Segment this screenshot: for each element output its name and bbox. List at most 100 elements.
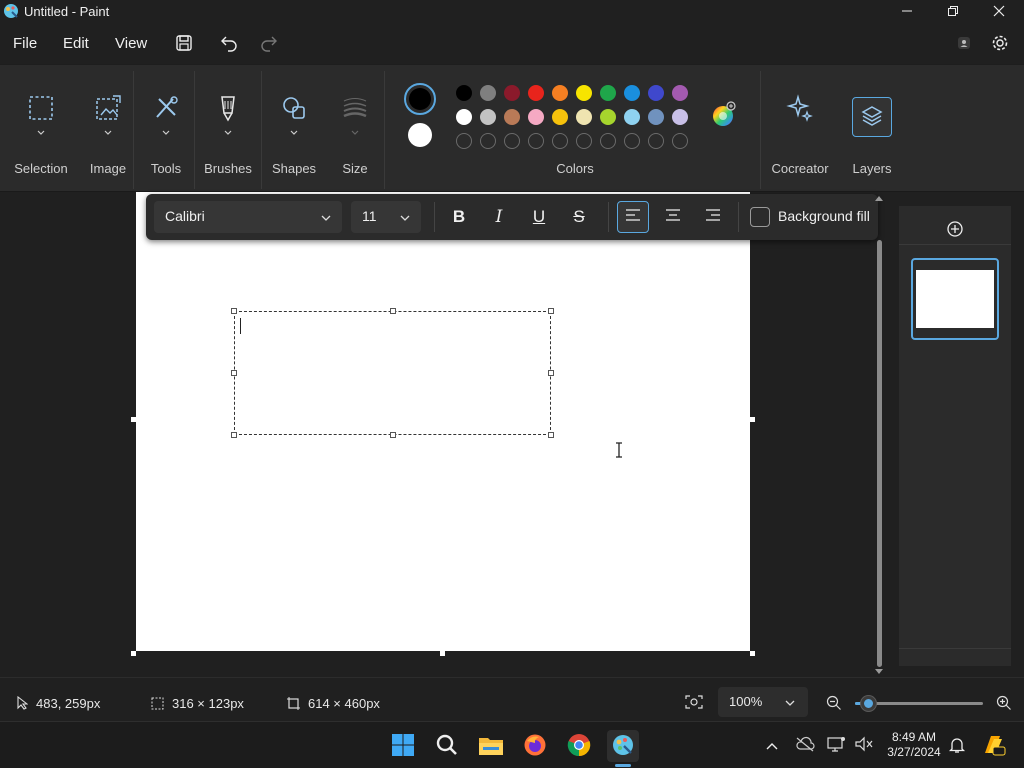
text-box[interactable] — [234, 311, 551, 435]
strikethrough-button[interactable]: S — [563, 202, 595, 232]
taskbar-chrome[interactable] — [563, 730, 595, 762]
zoom-select[interactable]: 100% — [718, 687, 808, 717]
start-button[interactable] — [387, 730, 419, 762]
custom-color-slot[interactable] — [576, 133, 592, 149]
copilot-icon[interactable] — [980, 733, 1006, 760]
zoom-slider[interactable] — [855, 696, 983, 711]
color-swatch[interactable] — [504, 85, 520, 101]
custom-color-slot[interactable] — [504, 133, 520, 149]
taskbar-paint[interactable] — [607, 730, 639, 762]
zoom-slider-thumb[interactable] — [860, 696, 876, 711]
taskbar-search-button[interactable] — [431, 730, 463, 762]
fit-to-window-button[interactable] — [685, 694, 703, 713]
restore-button[interactable] — [930, 0, 976, 24]
canvas-resize-handle[interactable] — [750, 651, 755, 656]
onedrive-icon[interactable] — [795, 736, 815, 755]
custom-color-slot[interactable] — [552, 133, 568, 149]
primary-color[interactable] — [404, 83, 436, 115]
color-swatch[interactable] — [600, 85, 616, 101]
color-swatch[interactable] — [528, 85, 544, 101]
color-swatch[interactable] — [600, 109, 616, 125]
color-swatch[interactable] — [672, 109, 688, 125]
canvas-resize-handle[interactable] — [750, 417, 755, 422]
color-swatch[interactable] — [456, 109, 472, 125]
chrome-icon — [567, 733, 591, 760]
account-button[interactable] — [952, 32, 976, 56]
add-layer-button[interactable] — [943, 220, 967, 240]
custom-color-slot[interactable] — [528, 133, 544, 149]
color-swatch[interactable] — [528, 109, 544, 125]
font-size-select[interactable]: 11 — [351, 201, 421, 233]
close-button[interactable] — [976, 0, 1022, 24]
selection-group[interactable]: Selection — [8, 65, 74, 193]
color-swatch[interactable] — [576, 85, 592, 101]
color-swatch[interactable] — [456, 85, 472, 101]
menu-edit[interactable]: Edit — [63, 35, 89, 52]
clock[interactable]: 8:49 AM 3/27/2024 — [880, 730, 948, 760]
taskbar-firefox[interactable] — [519, 730, 551, 762]
font-family-select[interactable]: Calibri — [154, 201, 342, 233]
custom-color-slot[interactable] — [624, 133, 640, 149]
custom-color-slot[interactable] — [480, 133, 496, 149]
underline-button[interactable]: U — [523, 202, 555, 232]
textbox-handle[interactable] — [231, 432, 237, 438]
network-muted-icon[interactable] — [854, 736, 874, 755]
canvas-resize-handle[interactable] — [440, 651, 445, 656]
color-swatch[interactable] — [480, 85, 496, 101]
textbox-handle[interactable] — [548, 432, 554, 438]
scrollbar-thumb[interactable] — [877, 240, 882, 667]
show-hidden-icons-button[interactable] — [765, 739, 779, 754]
layer-thumbnail[interactable] — [911, 258, 999, 340]
layers-group[interactable]: Layers — [842, 65, 902, 193]
color-swatch[interactable] — [648, 109, 664, 125]
zoom-out-button[interactable] — [826, 695, 842, 714]
save-button[interactable] — [172, 32, 196, 56]
taskbar-file-explorer[interactable] — [475, 730, 507, 762]
color-swatch[interactable] — [672, 85, 688, 101]
italic-button[interactable]: I — [483, 202, 515, 232]
color-swatch[interactable] — [480, 109, 496, 125]
align-center-button[interactable] — [657, 202, 689, 232]
custom-color-slot[interactable] — [456, 133, 472, 149]
color-swatch[interactable] — [504, 109, 520, 125]
custom-color-slot[interactable] — [672, 133, 688, 149]
size-group[interactable]: Size — [328, 65, 382, 193]
textbox-handle[interactable] — [548, 370, 554, 376]
redo-button[interactable] — [257, 32, 281, 56]
textbox-handle[interactable] — [231, 370, 237, 376]
color-swatch[interactable] — [624, 85, 640, 101]
textbox-handle[interactable] — [390, 432, 396, 438]
bold-button[interactable]: B — [443, 202, 475, 232]
cocreator-group[interactable]: Cocreator — [768, 65, 832, 193]
undo-button[interactable] — [217, 32, 241, 56]
color-swatch[interactable] — [552, 109, 568, 125]
align-right-button[interactable] — [697, 202, 729, 232]
color-swatch[interactable] — [624, 109, 640, 125]
canvas-resize-handle[interactable] — [131, 651, 136, 656]
textbox-handle[interactable] — [548, 308, 554, 314]
tools-group[interactable]: Tools — [138, 65, 194, 193]
settings-button[interactable] — [988, 32, 1012, 56]
shapes-group[interactable]: Shapes — [266, 65, 322, 193]
menu-file[interactable]: File — [13, 35, 37, 52]
custom-color-slot[interactable] — [648, 133, 664, 149]
custom-color-slot[interactable] — [600, 133, 616, 149]
notifications-icon[interactable] — [948, 736, 966, 757]
color-swatch[interactable] — [648, 85, 664, 101]
color-swatch[interactable] — [576, 109, 592, 125]
textbox-handle[interactable] — [231, 308, 237, 314]
brushes-group[interactable]: Brushes — [198, 65, 258, 193]
zoom-in-button[interactable] — [996, 695, 1012, 714]
canvas-resize-handle[interactable] — [131, 417, 136, 422]
display-icon[interactable] — [826, 736, 846, 755]
align-left-button[interactable] — [617, 201, 649, 233]
textbox-handle[interactable] — [390, 308, 396, 314]
minimize-button[interactable] — [884, 0, 930, 24]
edit-colors-button[interactable] — [710, 101, 736, 127]
background-fill-checkbox[interactable] — [750, 207, 770, 227]
menu-view[interactable]: View — [115, 35, 147, 52]
image-group[interactable]: Image — [80, 65, 136, 193]
color-swatch[interactable] — [552, 85, 568, 101]
secondary-color[interactable] — [408, 123, 432, 147]
layers-button[interactable] — [852, 97, 892, 137]
